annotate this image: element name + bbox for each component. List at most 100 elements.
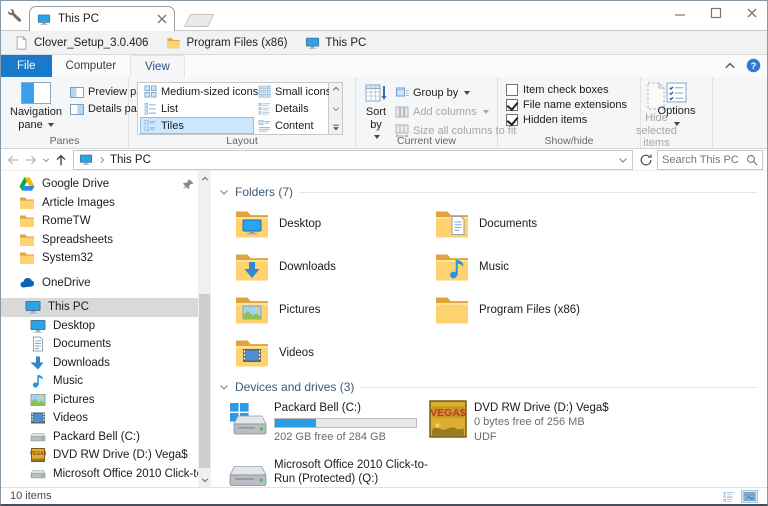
ribbon-tab-computer[interactable]: Computer <box>52 55 131 77</box>
sort-by-button[interactable]: Sortby <box>360 80 392 134</box>
current-view-group-label: Current view <box>356 135 497 147</box>
ribbon-tab-file[interactable]: File <box>1 55 52 77</box>
scroll-up-icon[interactable] <box>198 171 211 186</box>
note-icon <box>30 373 46 389</box>
folder-tile[interactable]: Pictures <box>235 293 435 327</box>
panes-group-label: Panes <box>1 135 128 147</box>
sidebar-item[interactable]: Downloads <box>1 354 198 373</box>
hdd-big-icon <box>229 457 267 487</box>
window-controls <box>673 7 759 19</box>
sidebar-item[interactable]: Spreadsheets <box>1 231 198 250</box>
sidebar-item[interactable]: Desktop <box>1 317 198 336</box>
sidebar-item[interactable]: Microsoft Office 2010 Click-to-Run (Pr <box>1 465 198 484</box>
layout-option[interactable]: Small icons <box>254 83 330 100</box>
up-icon[interactable] <box>53 152 69 168</box>
sidebar-item[interactable]: System32 <box>1 249 198 268</box>
sidebar-item[interactable]: Music <box>1 372 198 391</box>
layout-option[interactable]: Details <box>254 100 330 117</box>
folder-tile[interactable]: Videos <box>235 336 435 370</box>
drive-tile[interactable]: DVD RW Drive (D:) Vega$ 0 bytes free of … <box>429 400 649 445</box>
f-plain-icon <box>435 295 469 325</box>
show-hide-checkbox[interactable]: File name extensions <box>506 99 627 111</box>
gallery-scroll-up-icon[interactable] <box>332 85 340 93</box>
layout-option[interactable]: Content <box>254 117 330 134</box>
folder-tile[interactable]: Program Files (x86) <box>435 293 635 327</box>
collapse-section-icon[interactable] <box>219 187 229 197</box>
sidebar-item[interactable]: RomeTW <box>1 212 198 231</box>
explorer-window: This PC Clover_Setup_3.0.406 Program Fil… <box>0 0 768 506</box>
folder-tile[interactable]: Desktop <box>235 207 435 241</box>
sidebar-item[interactable]: Documents <box>1 335 198 354</box>
computer-icon <box>78 153 94 166</box>
sidebar-item[interactable]: Videos <box>1 409 198 428</box>
bookmarks-bar: Clover_Setup_3.0.406 Program Files (x86)… <box>1 31 767 55</box>
navigation-pane-button[interactable]: Navigationpane <box>5 80 67 134</box>
bookmark-item[interactable]: This PC <box>298 34 373 52</box>
gallery-scrollbar <box>329 82 343 135</box>
layout-option[interactable]: List <box>140 100 254 117</box>
folder16-icon <box>19 232 35 248</box>
gallery-scroll-down-icon[interactable] <box>332 105 340 113</box>
scrollbar-thumb[interactable] <box>199 294 210 468</box>
search-icon[interactable] <box>746 154 758 166</box>
ribbon-group-show-hide: Item check boxes File name extensions Hi… <box>498 77 641 148</box>
folders-grid: Desktop Documents Downloads Music Pictur… <box>235 207 757 370</box>
folder-tile[interactable]: Documents <box>435 207 635 241</box>
drive-tile[interactable]: Packard Bell (C:) 202 GB free of 284 GB <box>229 400 429 445</box>
sidebar-item[interactable]: Pictures <box>1 391 198 410</box>
folder16-icon <box>166 36 181 50</box>
recent-locations-icon[interactable] <box>41 152 51 168</box>
thumbnail-view-icon[interactable] <box>741 490 758 503</box>
wrench-icon[interactable] <box>7 8 23 24</box>
refresh-icon[interactable] <box>637 151 655 169</box>
show-hide-checkbox[interactable]: Item check boxes <box>506 84 627 96</box>
close-button[interactable] <box>745 7 759 19</box>
minimize-button[interactable] <box>673 7 687 19</box>
address-bar[interactable]: This PC <box>73 150 633 170</box>
layout-option[interactable]: Medium-sized icons <box>140 83 254 100</box>
checkbox-icon <box>506 114 518 126</box>
new-tab-button[interactable] <box>184 14 214 27</box>
sidebar-item[interactable]: Packard Bell (C:) <box>1 428 198 447</box>
forward-icon[interactable] <box>23 152 39 168</box>
back-icon[interactable] <box>5 152 21 168</box>
collapse-ribbon-icon[interactable] <box>724 60 736 72</box>
sidebar-item[interactable]: Google Drive <box>1 175 198 194</box>
details-view-icon[interactable] <box>720 490 737 503</box>
bookmark-item[interactable]: Program Files (x86) <box>159 34 294 52</box>
search-input[interactable] <box>662 154 743 166</box>
drive-tile[interactable]: Microsoft Office 2010 Click-to-Run (Prot… <box>229 457 429 487</box>
maximize-button[interactable] <box>709 7 723 19</box>
breadcrumb-chevron-icon[interactable] <box>98 156 106 164</box>
gallery-more-icon[interactable] <box>332 124 340 132</box>
address-dropdown-icon[interactable] <box>618 155 628 165</box>
navigation-pane: Google Drive Article Images RomeTW Sprea… <box>1 171 211 487</box>
layout-gallery: Medium-sized icons Small icons List Deta… <box>137 82 329 135</box>
bookmark-item[interactable]: Clover_Setup_3.0.406 <box>7 34 155 52</box>
f-desktop-icon <box>235 209 269 239</box>
show-hide-checkbox[interactable]: Hidden items <box>506 114 627 126</box>
collapse-section-icon[interactable] <box>219 382 229 392</box>
sidebar-scrollbar[interactable] <box>198 171 211 487</box>
sidebar-item[interactable]: DVD RW Drive (D:) Vega$ <box>1 446 198 465</box>
ribbon-tab-view[interactable]: View <box>130 55 185 77</box>
explorer-tab[interactable]: This PC <box>29 6 175 31</box>
section-title[interactable]: Folders (7) <box>235 185 293 199</box>
disk-usage-bar <box>274 418 417 428</box>
help-icon[interactable] <box>746 58 761 73</box>
sidebar-item[interactable]: This PC <box>1 298 198 317</box>
monitor-icon <box>30 318 46 334</box>
folder-tile[interactable]: Music <box>435 250 635 284</box>
section-title[interactable]: Devices and drives (3) <box>235 380 354 394</box>
tab-close-icon[interactable] <box>156 13 168 25</box>
pin-icon[interactable] <box>183 179 194 190</box>
options-button[interactable]: Options <box>653 80 701 134</box>
monitor-icon <box>25 299 41 315</box>
scroll-down-icon[interactable] <box>198 472 211 487</box>
breadcrumb[interactable]: This PC <box>110 154 151 166</box>
layout-group-label: Layout <box>129 135 355 147</box>
sidebar-item[interactable]: OneDrive <box>1 274 198 293</box>
folder-tile[interactable]: Downloads <box>235 250 435 284</box>
layout-option[interactable]: Tiles <box>140 117 254 134</box>
sidebar-item[interactable]: Article Images <box>1 194 198 213</box>
